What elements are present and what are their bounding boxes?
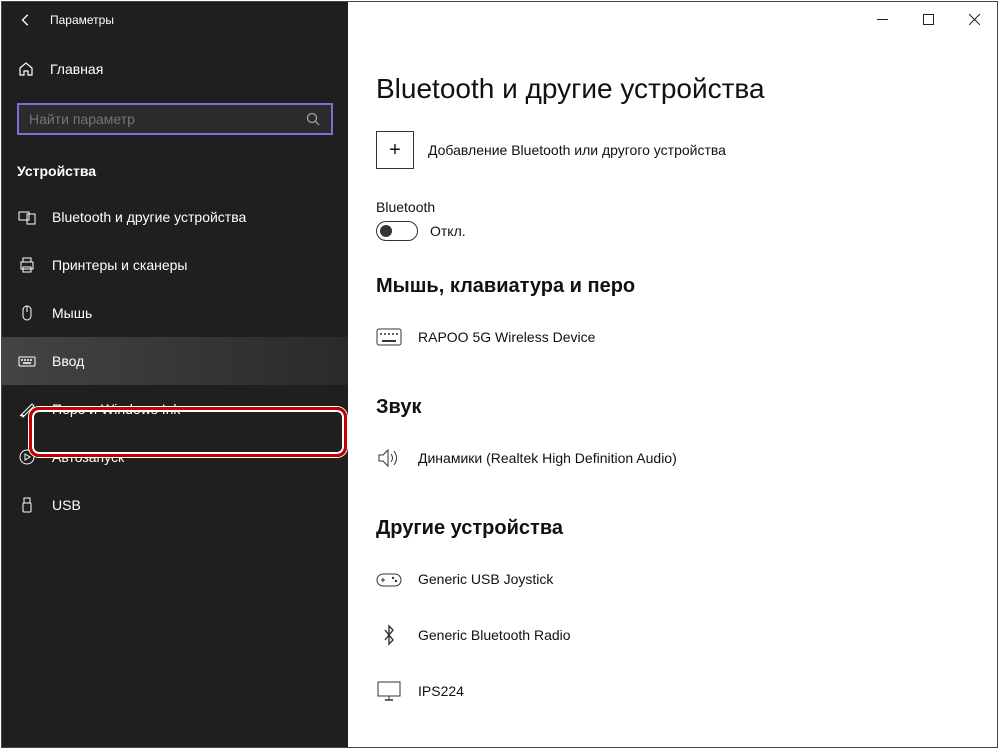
devices-icon <box>18 208 36 226</box>
minimize-button[interactable] <box>859 2 905 37</box>
speaker-icon <box>376 447 402 469</box>
device-name: IPS224 <box>418 683 464 699</box>
home-icon <box>18 61 34 77</box>
nav-label: Bluetooth и другие устройства <box>52 209 246 225</box>
bluetooth-toggle[interactable] <box>376 221 418 241</box>
mouse-icon <box>18 304 36 322</box>
device-name: Динамики (Realtek High Definition Audio) <box>418 450 677 466</box>
device-joystick[interactable]: Generic USB Joystick <box>376 554 997 604</box>
add-device-button[interactable]: + Добавление Bluetooth или другого устро… <box>376 131 997 169</box>
nav-mouse[interactable]: Мышь <box>2 289 348 337</box>
device-speakers[interactable]: Динамики (Realtek High Definition Audio) <box>376 433 997 483</box>
search-input-wrap[interactable] <box>17 103 333 135</box>
nav-typing[interactable]: Ввод <box>2 337 348 385</box>
device-name: Generic Bluetooth Radio <box>418 627 571 643</box>
bluetooth-icon <box>376 624 402 646</box>
sidebar: Главная Устройства Bluetooth и другие ус… <box>2 37 348 747</box>
keyboard-icon <box>376 326 402 348</box>
app-title: Параметры <box>50 13 114 27</box>
plus-icon: + <box>376 131 414 169</box>
nav-label: Перо и Windows Ink <box>52 401 180 417</box>
printer-icon <box>18 256 36 274</box>
nav-label: Мышь <box>52 305 92 321</box>
nav-usb[interactable]: USB <box>2 481 348 529</box>
nav-label: Ввод <box>52 353 84 369</box>
bluetooth-label: Bluetooth <box>376 199 997 215</box>
back-button[interactable] <box>2 2 50 37</box>
nav-home-label: Главная <box>50 61 103 77</box>
nav-label: Принтеры и сканеры <box>52 257 187 273</box>
sidebar-section-title: Устройства <box>17 163 348 179</box>
gamepad-icon <box>376 568 402 590</box>
section-sound: Звук <box>376 396 997 419</box>
nav-pen-ink[interactable]: Перо и Windows Ink <box>2 385 348 433</box>
pen-icon <box>18 400 36 418</box>
page-title: Bluetooth и другие устройства <box>376 73 997 105</box>
search-icon <box>305 111 321 127</box>
section-mouse-keyboard: Мышь, клавиатура и перо <box>376 275 997 298</box>
bluetooth-state: Откл. <box>430 223 466 239</box>
autoplay-icon <box>18 448 36 466</box>
device-btradio[interactable]: Generic Bluetooth Radio <box>376 610 997 660</box>
nav-autoplay[interactable]: Автозапуск <box>2 433 348 481</box>
device-monitor[interactable]: IPS224 <box>376 666 997 716</box>
section-other: Другие устройства <box>376 517 997 540</box>
nav-bluetooth-devices[interactable]: Bluetooth и другие устройства <box>2 193 348 241</box>
add-device-label: Добавление Bluetooth или другого устройс… <box>428 142 726 158</box>
device-rapoo[interactable]: RAPOO 5G Wireless Device <box>376 312 997 362</box>
device-name: Generic USB Joystick <box>418 571 553 587</box>
nav-printers-scanners[interactable]: Принтеры и сканеры <box>2 241 348 289</box>
nav-label: Автозапуск <box>52 449 124 465</box>
nav-label: USB <box>52 497 81 513</box>
nav-home[interactable]: Главная <box>2 47 348 91</box>
close-button[interactable] <box>951 2 997 37</box>
maximize-button[interactable] <box>905 2 951 37</box>
main-content: Bluetooth и другие устройства + Добавлен… <box>348 37 997 747</box>
usb-icon <box>18 496 36 514</box>
search-input[interactable] <box>29 111 305 127</box>
keyboard-icon <box>18 352 36 370</box>
device-name: RAPOO 5G Wireless Device <box>418 329 595 345</box>
monitor-icon <box>376 680 402 702</box>
